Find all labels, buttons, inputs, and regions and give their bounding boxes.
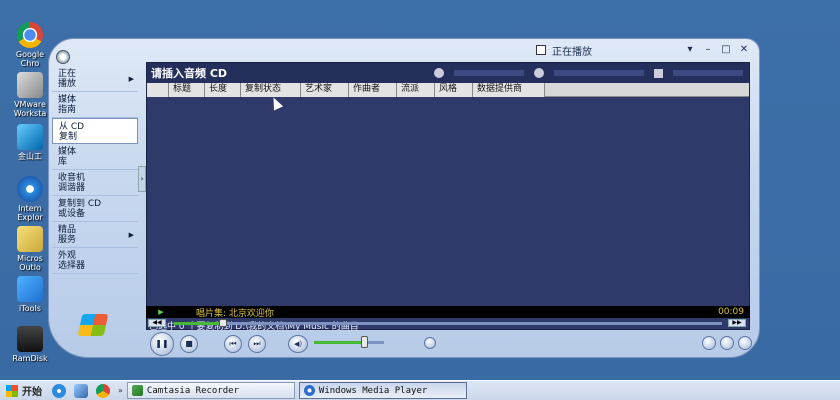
seek-back-icon[interactable]: ◀◀ <box>148 319 166 327</box>
taskpane-burn[interactable]: 复制到 CD 或设备 <box>52 196 138 222</box>
taskpane-label: 从 CD 复制 <box>59 122 85 142</box>
quicklaunch-overflow[interactable]: » <box>118 386 123 395</box>
taskpane-label: 收音机 调谐器 <box>58 173 86 193</box>
column-header-length[interactable]: 长度 <box>205 83 241 97</box>
taskpane-rip-cd[interactable]: 从 CD 复制 <box>52 118 138 144</box>
volume-level <box>314 341 365 344</box>
wmp-titlebar[interactable]: 正在播放 ▾ – □ ✕ <box>536 40 758 60</box>
taskpane-library[interactable]: 媒体 库 <box>52 144 138 170</box>
taskpane-radio[interactable]: 收音机 调谐器 <box>52 170 138 196</box>
taskpane-label: 复制到 CD 或设备 <box>58 199 102 219</box>
camtasia-icon <box>131 385 143 396</box>
ramdisk-icon <box>17 326 43 352</box>
column-header-genre[interactable]: 流派 <box>397 83 435 97</box>
taskbar-button-camtasia[interactable]: Camtasia Recorder <box>126 382 295 399</box>
select-all-checkbox[interactable] <box>147 83 169 97</box>
column-header-title[interactable]: 标题 <box>169 83 205 97</box>
seek-forward-icon[interactable]: ▶▶ <box>728 319 746 327</box>
quicklaunch-desktop-icon[interactable] <box>74 383 88 398</box>
previous-button[interactable]: ⏮ <box>224 335 242 353</box>
taskbar-button-label: Camtasia Recorder <box>146 385 240 396</box>
quicklaunch-ie-icon[interactable] <box>52 383 66 398</box>
equalizer-icon[interactable] <box>720 336 734 350</box>
volume-slider-thumb[interactable] <box>361 336 369 348</box>
taskbar-button-wmp[interactable]: Windows Media Player <box>298 382 467 399</box>
column-header-composer[interactable]: 作曲者 <box>349 83 397 97</box>
maximize-button[interactable]: □ <box>720 44 732 56</box>
taskpane-collapse-button[interactable]: › <box>138 166 146 192</box>
seek-thumb[interactable] <box>219 319 228 327</box>
view-album-info-button[interactable] <box>673 70 743 76</box>
header-title: 请插入音频 CD <box>151 67 228 80</box>
rip-cd-panel: 请插入音频 CD 标题 长度 复制状态 艺术家 作曲者 流派 风格 数据提供商 … <box>146 62 750 332</box>
pause-button[interactable]: ❚❚ <box>150 332 174 356</box>
column-header-artist[interactable]: 艺术家 <box>301 83 349 97</box>
close-button[interactable]: ✕ <box>738 44 750 56</box>
taskpane-label: 外观 选择器 <box>58 251 86 271</box>
now-playing-icon <box>536 45 546 55</box>
elapsed-time: 00:09 <box>718 307 744 317</box>
taskpane-label: 精品 服务 <box>58 225 77 245</box>
content-header: 请插入音频 CD <box>147 63 749 83</box>
taskpane-media-guide[interactable]: 媒体 指南 <box>52 92 138 118</box>
taskpane-label: 正在 播放 <box>58 69 77 89</box>
now-playing-title: 唱片集: 北京欢迎你 <box>196 308 274 319</box>
outlook-icon <box>17 226 43 252</box>
mute-button[interactable]: ◀) <box>288 335 308 353</box>
itools-icon <box>17 276 43 302</box>
column-header-rip-status[interactable]: 复制状态 <box>241 83 301 97</box>
next-button[interactable]: ⏭ <box>248 335 266 353</box>
view-album-icon[interactable] <box>654 68 663 78</box>
rip-music-button[interactable] <box>454 70 524 76</box>
taskpane-skin-chooser[interactable]: 外观 选择器 <box>52 248 138 274</box>
column-header-data-provider[interactable]: 数据提供商 <box>473 83 545 97</box>
find-album-info-button[interactable] <box>554 70 644 76</box>
minimize-button[interactable]: – <box>702 44 714 56</box>
play-state-icon: ▶ <box>158 308 164 316</box>
chevron-right-icon: ▶ <box>128 231 134 239</box>
vmware-icon <box>17 72 43 98</box>
seek-progress <box>174 322 224 325</box>
rip-music-icon[interactable] <box>434 68 444 78</box>
transport-controls: ❚❚ ■ ⏮ ⏭ ◀) <box>146 330 756 356</box>
title-menu-chevron-icon[interactable]: ▾ <box>684 44 696 56</box>
quicklaunch-chrome-icon[interactable] <box>96 383 110 398</box>
wmp-window: 正在播放 ▾ – □ ✕ 正在 播放 ▶ 媒体 指南 从 CD 复制 媒体 库 收… <box>48 38 760 358</box>
taskbar-button-label: Windows Media Player <box>318 385 428 396</box>
switch-to-skin-icon[interactable] <box>738 336 752 350</box>
playlist-toggle-icon[interactable] <box>424 337 436 349</box>
taskpane-premium[interactable]: 精品 服务 ▶ <box>52 222 138 248</box>
start-button[interactable]: 开始 <box>0 382 48 400</box>
now-playing-bar: ▶ 唱片集: 北京欢迎你 00:09 <box>146 306 750 319</box>
track-column-headers: 标题 长度 复制状态 艺术家 作曲者 流派 风格 数据提供商 <box>147 83 749 97</box>
wmp-icon <box>303 385 315 396</box>
seek-track[interactable] <box>174 322 722 325</box>
window-title: 正在播放 <box>552 46 592 58</box>
wmp-menu-icon[interactable] <box>56 50 70 64</box>
ie-icon <box>17 176 43 202</box>
find-info-icon[interactable] <box>534 68 544 78</box>
track-list[interactable] <box>147 97 749 317</box>
chevron-right-icon: ▶ <box>128 75 134 83</box>
taskpane-now-playing[interactable]: 正在 播放 ▶ <box>52 66 138 92</box>
stop-button[interactable]: ■ <box>180 335 198 353</box>
windows-logo-icon <box>77 314 109 336</box>
taskpane-label: 媒体 库 <box>58 147 77 167</box>
taskbar: 开始 » Camtasia Recorder Windows Media Pla… <box>0 380 840 400</box>
seek-bar[interactable]: ◀◀ ▶▶ <box>146 319 750 327</box>
column-header-style[interactable]: 风格 <box>435 83 473 97</box>
wmp-taskpane: 正在 播放 ▶ 媒体 指南 从 CD 复制 媒体 库 收音机 调谐器 复制到 CD… <box>52 66 138 342</box>
kingsoft-icon <box>17 124 43 150</box>
taskpane-label: 媒体 指南 <box>58 95 77 115</box>
windows-flag-icon <box>6 384 18 397</box>
chrome-icon <box>17 22 43 48</box>
shuffle-icon[interactable] <box>702 336 716 350</box>
start-label: 开始 <box>22 387 42 398</box>
